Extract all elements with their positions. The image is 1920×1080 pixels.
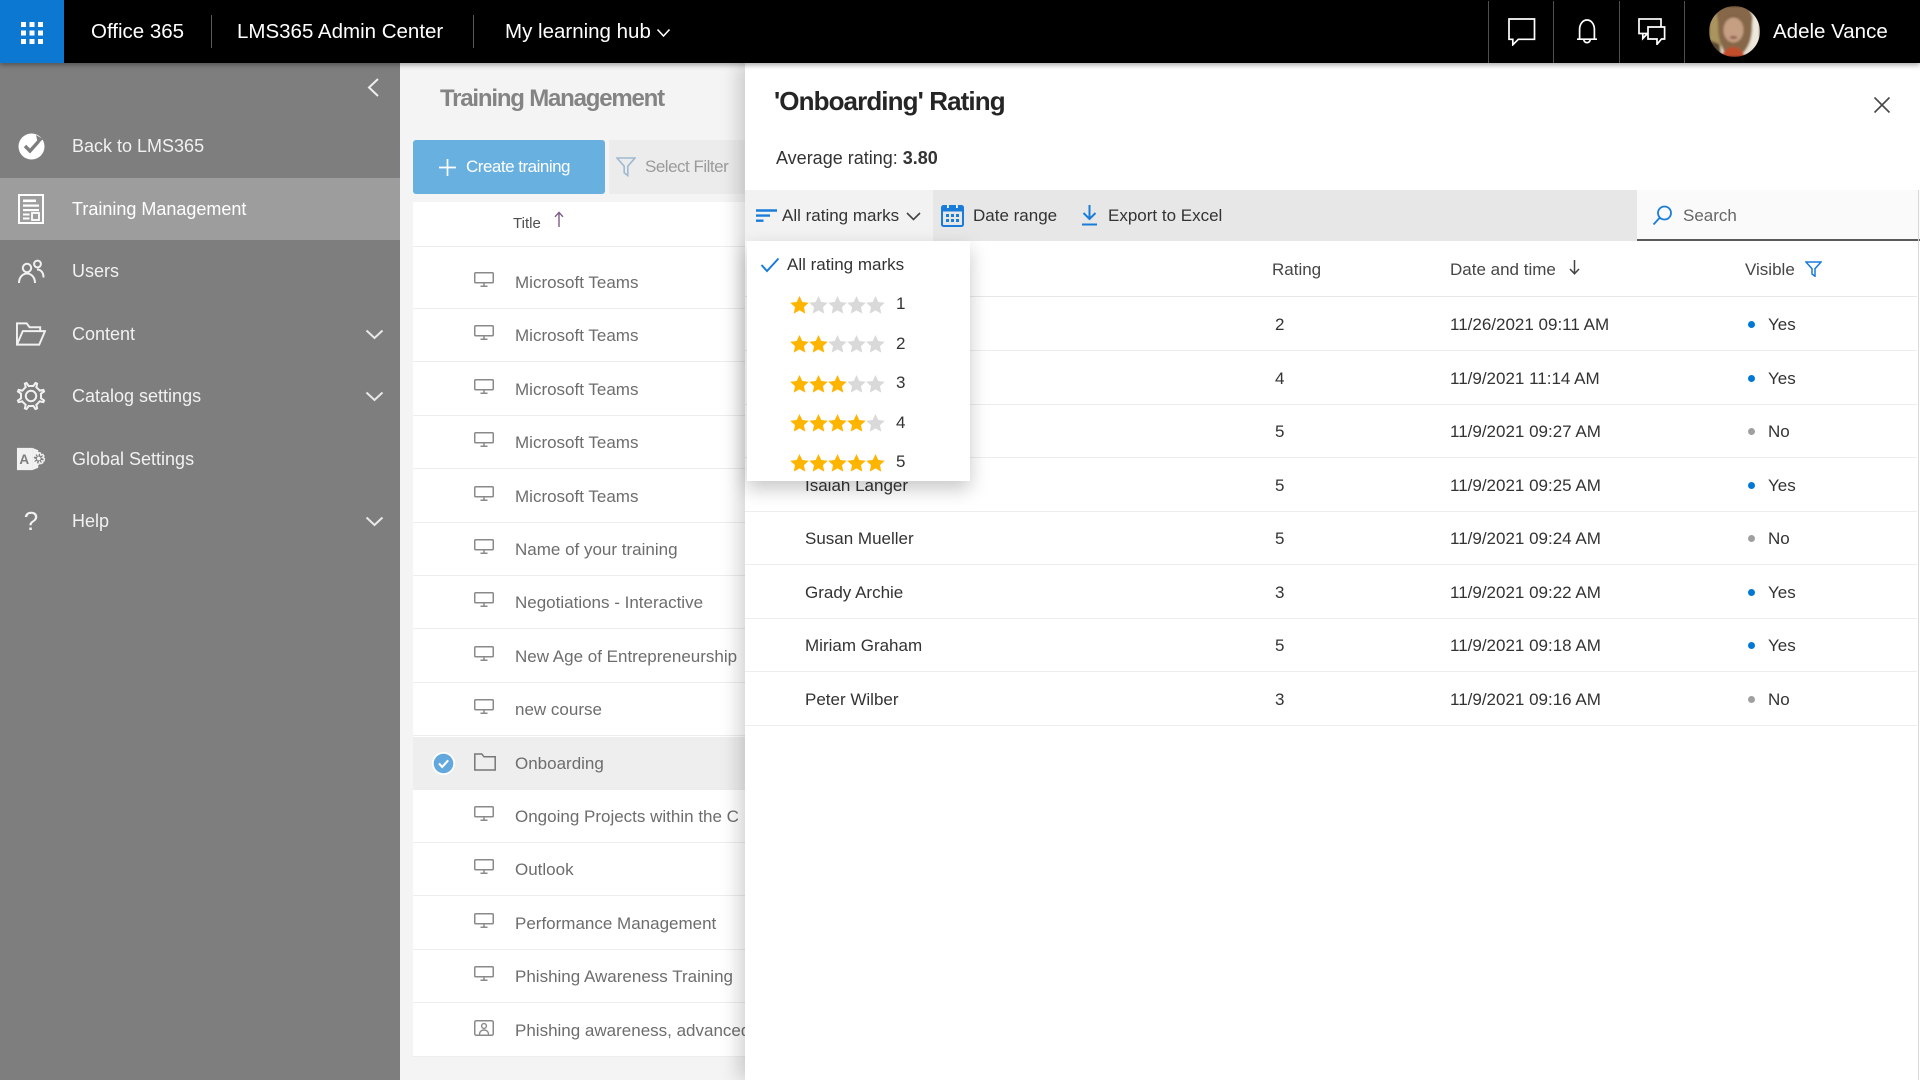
svg-text:A: A: [19, 451, 29, 466]
